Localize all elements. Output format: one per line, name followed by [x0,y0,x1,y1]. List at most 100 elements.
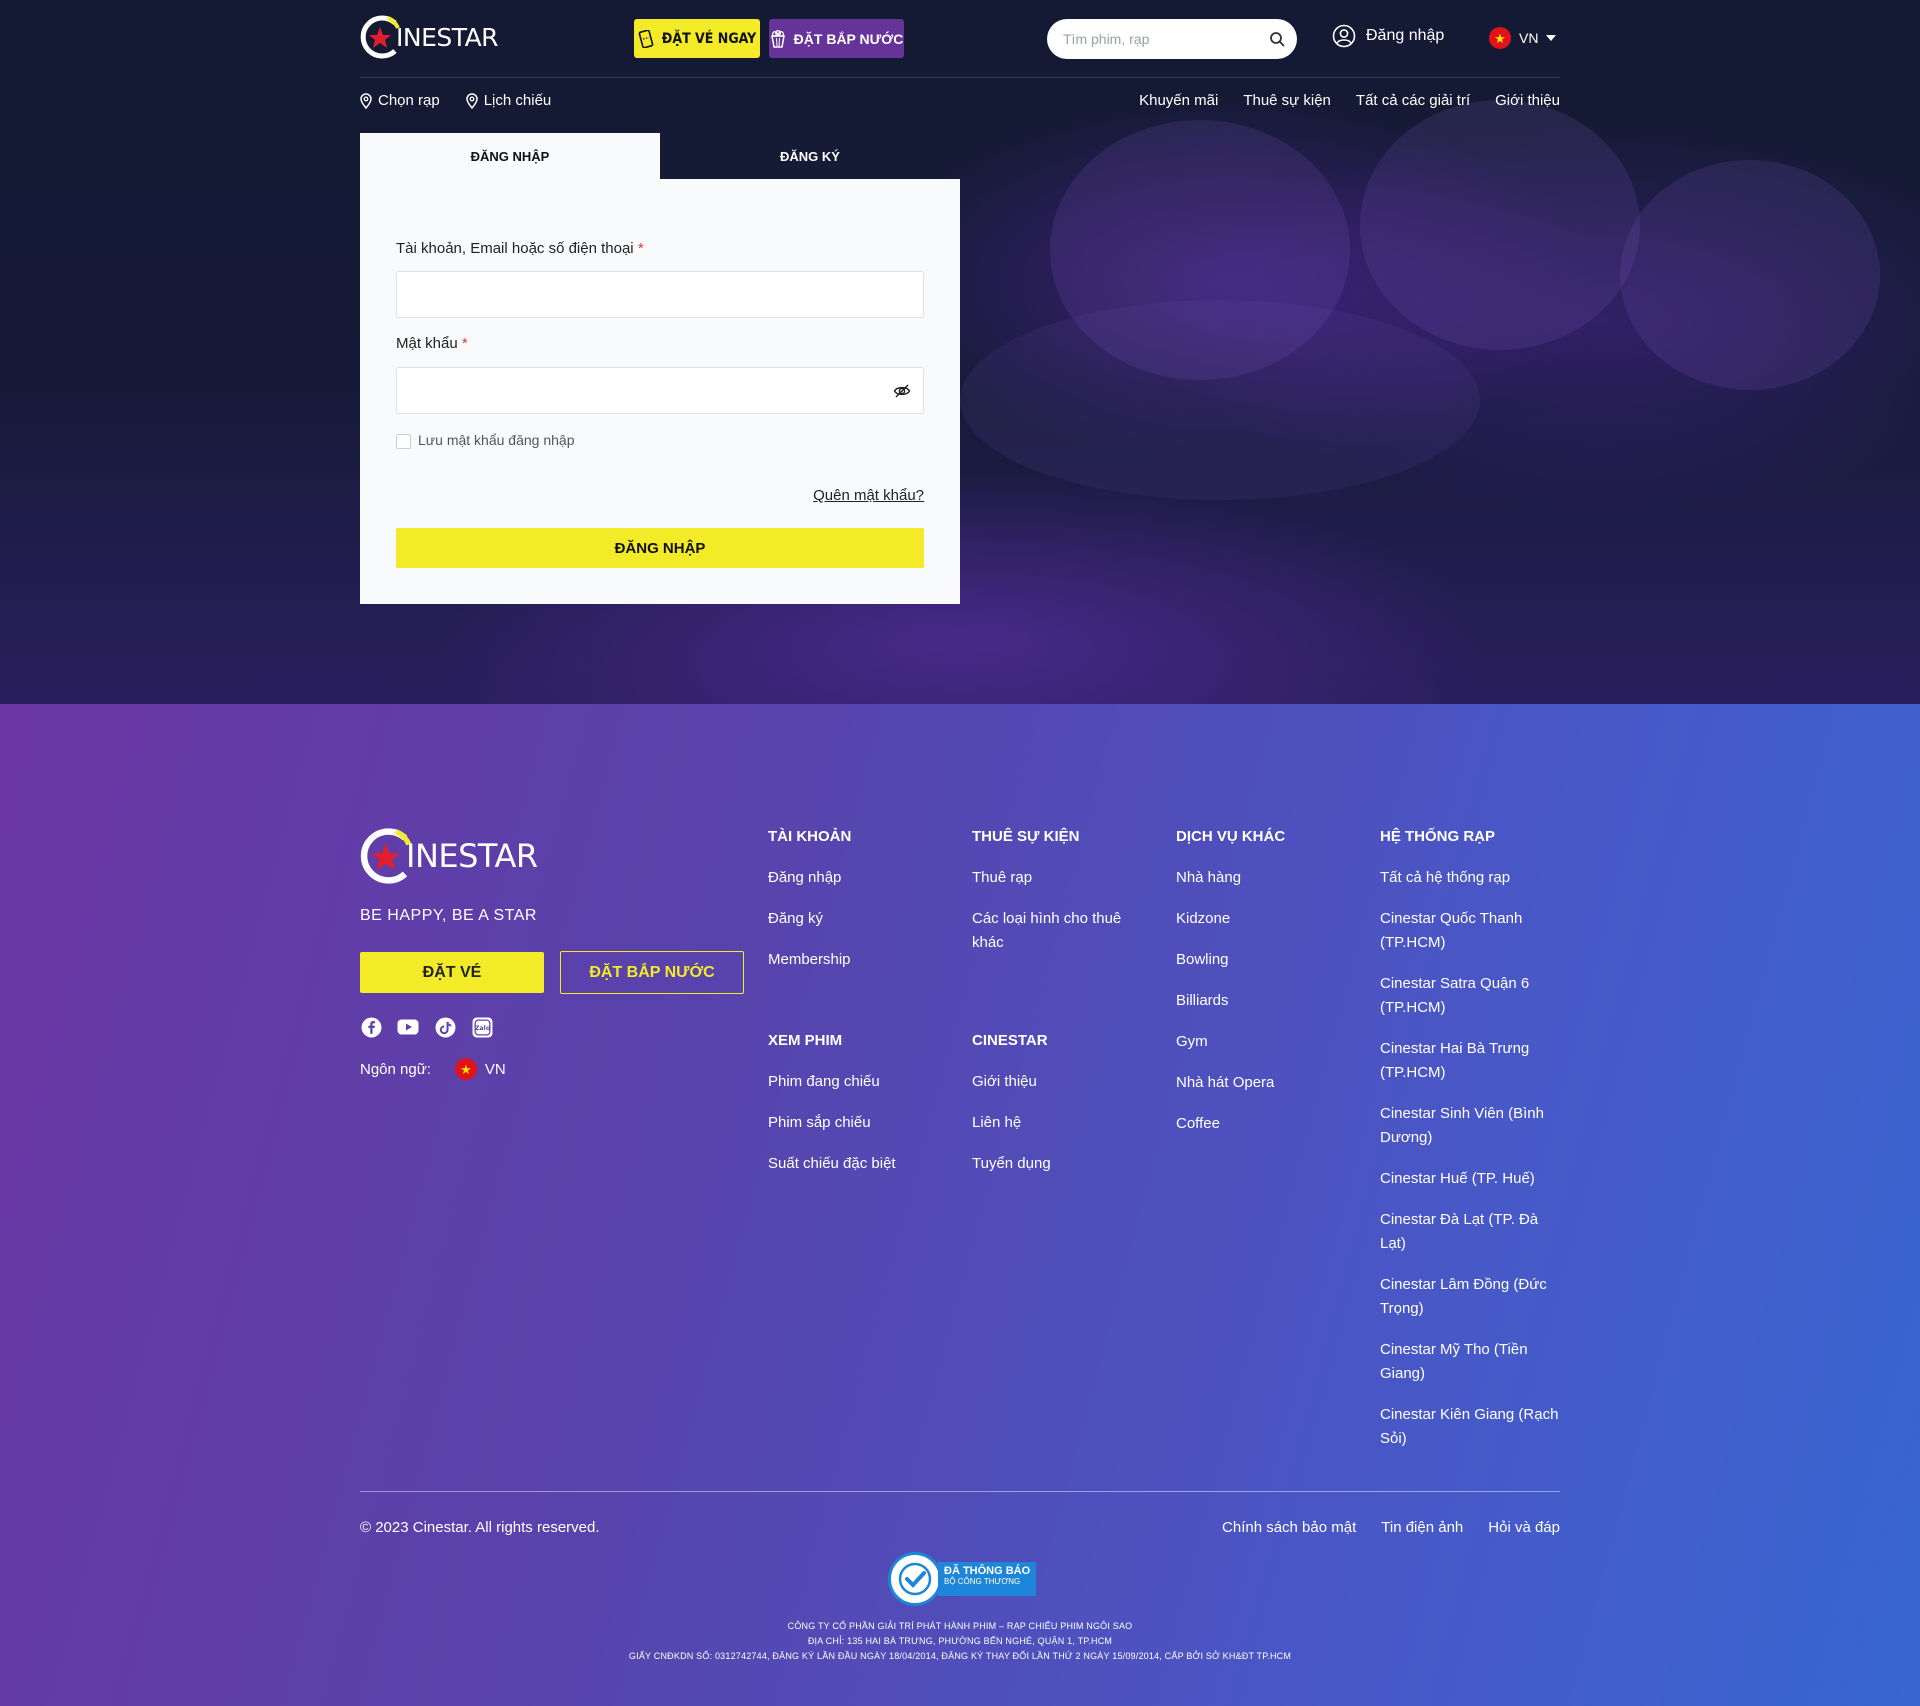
footer-link[interactable]: Phim sắp chiếu [768,1111,948,1135]
footer-book-ticket-button[interactable]: ĐẶT VÉ [360,952,544,993]
footer-link[interactable]: Billiards [1176,989,1356,1013]
nav-event-rental[interactable]: Thuê sự kiện [1243,92,1331,109]
privacy-policy-link[interactable]: Chính sách bảo mật [1222,1519,1356,1536]
footer-link[interactable]: Kidzone [1176,907,1356,931]
account-field-label: Tài khoản, Email hoặc số điện thoại * [396,240,644,257]
location-pin-icon [360,92,372,109]
remember-checkbox[interactable] [396,434,411,449]
sub-navigation: Chọn rạp Lịch chiếu Khuyến mãi Thuê sự k… [360,88,1560,116]
footer-logo[interactable]: INESTAR [360,826,538,886]
search-box [1047,19,1297,59]
footer-link[interactable]: Cinestar Quốc Thanh (TP.HCM) [1380,907,1565,955]
password-field-label: Mật khẩu * [396,335,468,352]
footer-link[interactable]: Cinestar Sinh Viên (Bình Dương) [1380,1102,1565,1150]
nav-promotions[interactable]: Khuyến mãi [1139,92,1218,109]
badge-text: ĐÃ THÔNG BÁO BỘ CÔNG THƯƠNG [938,1562,1037,1596]
order-popcorn-label: ĐẶT BẮP NƯỚC [793,30,904,47]
required-mark: * [461,335,468,352]
tiktok-icon[interactable] [434,1016,456,1038]
footer-link[interactable]: Cinestar Đà Lạt (TP. Đà Lạt) [1380,1208,1565,1256]
footer-link[interactable]: Giới thiệu [972,1070,1152,1094]
forgot-password-link[interactable]: Quên mật khẩu? [813,487,924,504]
footer-column-cinestar: CINESTAR Giới thiệu Liên hệ Tuyển dụng [972,1032,1152,1193]
remember-label: Lưu mật khẩu đăng nhập [418,431,575,448]
nav-entertainment[interactable]: Tất cả các giải trí [1356,92,1470,109]
account-label-text: Tài khoản, Email hoặc số điện thoại [396,240,634,257]
password-label-text: Mật khẩu [396,335,458,352]
zalo-icon[interactable]: Zalo [471,1016,493,1038]
company-license: GIẤY CNĐKDN SỐ: 0312742744, ĐĂNG KÝ LẦN … [628,1651,1292,1661]
user-icon [1332,24,1356,48]
footer-language-value[interactable]: VN [485,1061,506,1078]
facebook-icon[interactable] [360,1016,382,1038]
order-popcorn-button[interactable]: ĐẶT BẮP NƯỚC [769,19,904,58]
audience-silhouette [1360,100,1640,350]
footer-language-label: Ngôn ngữ: [360,1060,431,1078]
footer-link[interactable]: Tuyển dụng [972,1152,1152,1176]
header-login-link[interactable]: Đăng nhập [1332,24,1444,48]
footer-link[interactable]: Gym [1176,1030,1356,1054]
footer-link[interactable]: Bowling [1176,948,1356,972]
footer-link[interactable]: Cinestar Hai Bà Trưng (TP.HCM) [1380,1037,1565,1085]
footer-link[interactable]: Tất cả hệ thống rạp [1380,866,1565,890]
footer-link[interactable]: Nhà hát Opera [1176,1071,1356,1095]
tab-login[interactable]: ĐĂNG NHẬP [360,133,660,179]
book-ticket-button[interactable]: ĐẶT VÉ NGAY [634,19,760,58]
footer-link[interactable]: Cinestar Huế (TP. Huế) [1380,1167,1565,1191]
footer-link[interactable]: Cinestar Kiên Giang (Rạch Sỏi) [1380,1403,1565,1451]
choose-cinema-link[interactable]: Chọn rạp [360,92,440,109]
footer-language: Ngôn ngữ: ★ VN [360,1058,506,1080]
tab-register[interactable]: ĐĂNG KÝ [660,133,960,179]
column-title: CINESTAR [972,1032,1048,1049]
footer-link[interactable]: Membership [768,948,948,972]
faq-link[interactable]: Hỏi và đáp [1488,1519,1560,1536]
audience-silhouette [1620,160,1880,390]
password-input[interactable] [397,368,923,413]
vietnam-flag-icon[interactable]: ★ [454,1058,477,1080]
footer-link[interactable]: Đăng ký [768,907,948,931]
footer-link[interactable]: Các loại hình cho thuê khác [972,907,1152,955]
search-icon[interactable] [1269,31,1285,47]
footer-link[interactable]: Cinestar Satra Quận 6 (TP.HCM) [1380,972,1565,1020]
logo-wordmark: INESTAR [396,22,499,52]
account-input[interactable] [397,272,923,317]
badge-line-2: BỘ CÔNG THƯƠNG [944,1577,1021,1586]
social-links: Zalo [360,1016,493,1038]
eye-slash-icon[interactable] [893,382,911,400]
audience-silhouette [960,300,1480,500]
footer-link[interactable]: Suất chiếu đặc biệt [768,1152,948,1176]
company-name: CÔNG TY CỔ PHẦN GIẢI TRÍ PHÁT HÀNH PHIM … [787,1621,1133,1631]
youtube-icon[interactable] [397,1016,419,1038]
footer-link[interactable]: Coffee [1176,1112,1356,1136]
footer-column-cinemas: HỆ THỐNG RẠP Tất cả hệ thống rạp Cinesta… [1380,828,1565,1468]
language-selector[interactable]: ★ VN [1489,27,1557,49]
column-title: HỆ THỐNG RẠP [1380,828,1496,845]
column-title: DỊCH VỤ KHÁC [1176,828,1286,845]
cinestar-logo[interactable]: INESTAR [360,14,499,60]
header-login-label: Đăng nhập [1366,27,1445,44]
footer-link[interactable]: Nhà hàng [1176,866,1356,890]
footer-divider [360,1491,1560,1492]
showtimes-link[interactable]: Lịch chiếu [465,92,551,109]
copyright: © 2023 Cinestar. All rights reserved. [360,1519,600,1536]
footer-link[interactable]: Phim đang chiếu [768,1070,948,1094]
footer-link[interactable]: Cinestar Lâm Đồng (Đức Trọng) [1380,1273,1565,1321]
footer-link[interactable]: Cinestar Mỹ Tho (Tiền Giang) [1380,1338,1565,1386]
nav-about[interactable]: Giới thiệu [1495,92,1560,109]
column-title: TÀI KHOẢN [768,828,852,845]
footer-link[interactable]: Thuê rạp [972,866,1152,890]
search-input[interactable] [1047,19,1247,59]
remember-password[interactable]: Lưu mật khẩu đăng nhập [396,430,575,449]
footer-order-popcorn-button[interactable]: ĐẶT BẮP NƯỚC [560,951,744,994]
footer-column-account: TÀI KHOẢN Đăng nhập Đăng ký Membership [768,828,948,989]
login-form: Tài khoản, Email hoặc số điện thoại * Mậ… [360,179,960,604]
login-submit-button[interactable]: ĐĂNG NHẬP [396,528,924,568]
footer-bottom-links: Chính sách bảo mật Tin điện ảnh Hỏi và đ… [1222,1519,1560,1536]
ministry-notified-badge[interactable]: ĐÃ THÔNG BÁO BỘ CÔNG THƯƠNG [888,1552,1037,1606]
account-field [396,271,924,318]
top-header: INESTAR ĐẶT VÉ NGAY ĐẶT BẮP NƯỚC Tìm phi… [360,0,1560,78]
footer-link[interactable]: Liên hệ [972,1111,1152,1135]
footer-link[interactable]: Đăng nhập [768,866,948,890]
movie-news-link[interactable]: Tin điện ảnh [1381,1519,1463,1536]
required-mark: * [637,240,644,257]
